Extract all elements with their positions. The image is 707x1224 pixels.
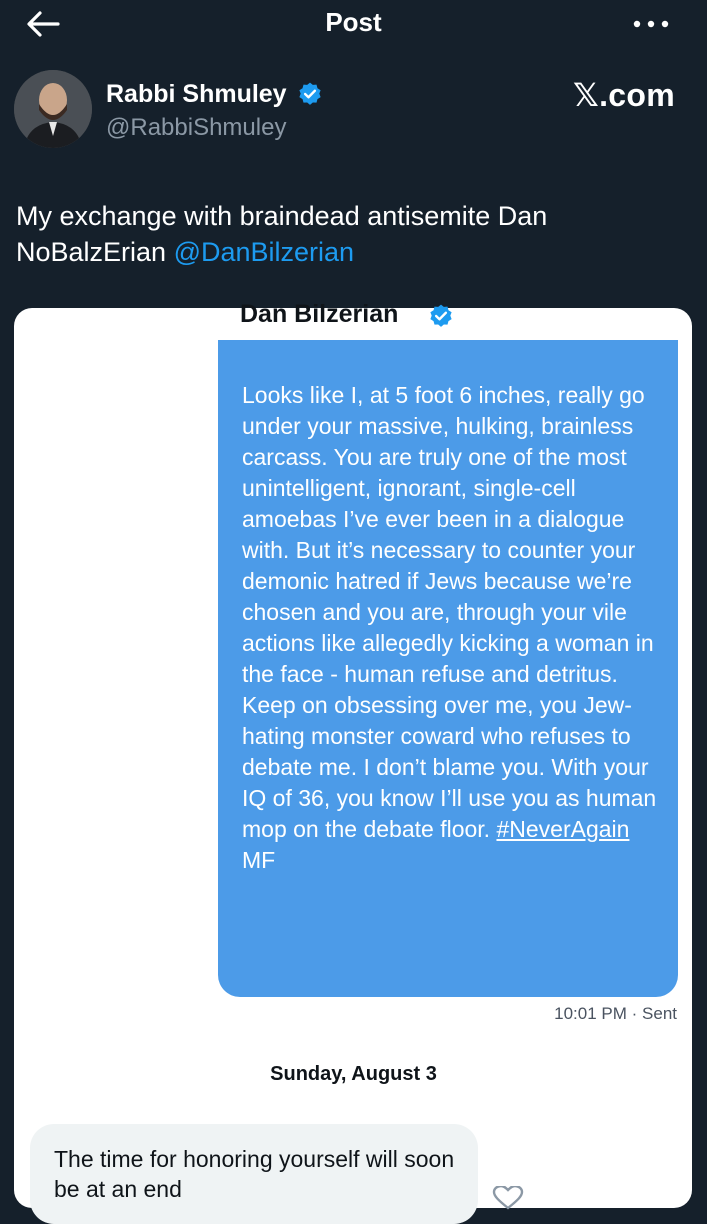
dm-contact-name: Dan Bilzerian bbox=[240, 300, 399, 328]
date-separator: Sunday, August 3 bbox=[270, 1063, 437, 1085]
profile-photo bbox=[14, 70, 92, 148]
avatar[interactable] bbox=[14, 70, 92, 148]
sent-message-bubble: Looks like I, at 5 foot 6 inches, really… bbox=[218, 340, 678, 997]
hashtag-link[interactable]: #NeverAgain bbox=[496, 816, 629, 842]
sent-message-body: Looks like I, at 5 foot 6 inches, really… bbox=[242, 382, 657, 842]
verified-badge-icon bbox=[430, 304, 452, 327]
more-options-icon[interactable] bbox=[631, 10, 671, 38]
received-message-text: The time for honoring yourself will soon… bbox=[54, 1146, 455, 1202]
sent-message-suffix: MF bbox=[242, 847, 276, 873]
tweet-text: My exchange with braindead antisemite Da… bbox=[16, 198, 686, 270]
sent-status: · Sent bbox=[631, 1004, 677, 1023]
author-handle[interactable]: @RabbiShmuley bbox=[106, 114, 286, 142]
top-bar: Post bbox=[0, 0, 707, 48]
sent-message-text: Looks like I, at 5 foot 6 inches, really… bbox=[242, 380, 662, 876]
author-name[interactable]: Rabbi Shmuley bbox=[106, 80, 287, 109]
heart-react-icon[interactable] bbox=[490, 1186, 526, 1210]
mention-link[interactable]: @DanBilzerian bbox=[174, 237, 354, 267]
x-watermark: 𝕏.com bbox=[573, 77, 675, 113]
page-title: Post bbox=[325, 7, 382, 37]
verified-badge-icon bbox=[299, 82, 321, 105]
received-message-bubble: The time for honoring yourself will soon… bbox=[30, 1124, 478, 1224]
sent-time: 10:01 PM bbox=[554, 1004, 627, 1023]
message-meta: 10:01 PM · Sent bbox=[554, 1004, 677, 1024]
